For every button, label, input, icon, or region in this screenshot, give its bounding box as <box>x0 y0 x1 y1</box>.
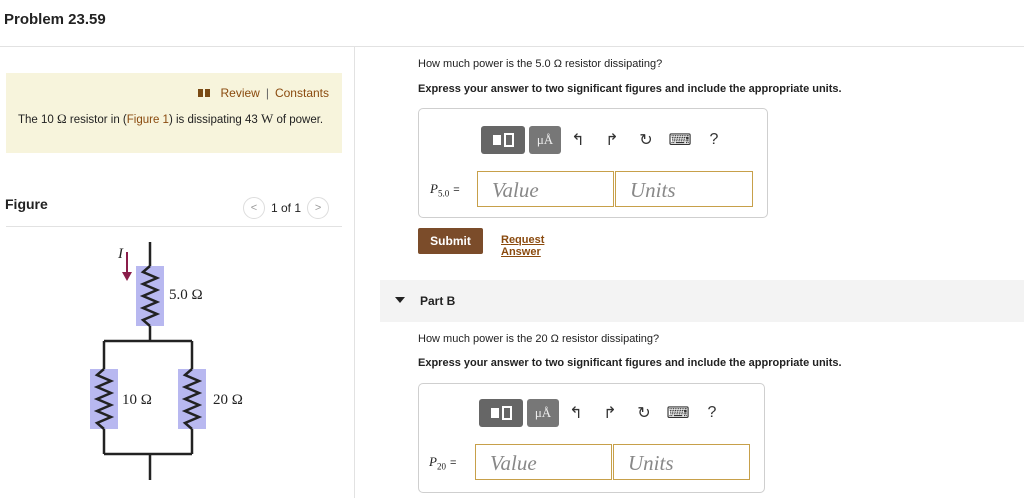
figure-heading: Figure <box>5 196 48 212</box>
request-answer-link[interactable]: Request Answer <box>501 234 544 258</box>
statement-part: The 10 <box>18 114 57 126</box>
help-icon[interactable]: ? <box>695 399 729 427</box>
book-icon <box>198 89 211 97</box>
redo-icon[interactable]: ↱ <box>593 399 627 427</box>
pager-text: 1 of 1 <box>271 201 302 215</box>
part-a-value-input[interactable]: Value <box>477 171 614 207</box>
templates-button[interactable] <box>481 126 525 154</box>
figure-link[interactable]: Figure 1 <box>127 114 169 126</box>
label-10-ohm: 10 Ω <box>122 392 152 408</box>
part-a-toolbar: μÅ ↰ ↱ ↻ ⌨ ? <box>481 126 731 154</box>
problem-statement: The 10 Ω resistor in (Figure 1) is dissi… <box>18 112 328 127</box>
review-link[interactable]: Review <box>220 86 259 100</box>
prev-figure-button[interactable]: < <box>243 197 265 219</box>
info-box: Review | Constants The 10 Ω resistor in … <box>6 73 342 153</box>
current-label: I <box>117 246 124 262</box>
undo-icon[interactable]: ↰ <box>561 126 595 154</box>
part-b-question: How much power is the 20 Ω resistor diss… <box>418 333 660 345</box>
part-b-units-input[interactable]: Units <box>613 444 750 480</box>
redo-icon[interactable]: ↱ <box>595 126 629 154</box>
part-a-units-input[interactable]: Units <box>615 171 753 207</box>
panel-divider <box>354 46 355 498</box>
info-links: Review | Constants <box>198 86 329 100</box>
label-5-ohm: 5.0 Ω <box>169 287 203 303</box>
header-divider <box>0 46 1024 47</box>
keyboard-icon[interactable]: ⌨ <box>661 399 695 427</box>
part-b-instructions: Express your answer to two significant f… <box>418 357 842 369</box>
part-b-toolbar: μÅ ↰ ↱ ↻ ⌨ ? <box>479 399 729 427</box>
part-b-variable: P20 = <box>429 454 457 472</box>
statement-part: of power. <box>273 114 324 126</box>
templates-button[interactable] <box>479 399 523 427</box>
units-symbols-button[interactable]: μÅ <box>527 399 559 427</box>
part-b-answer-box: μÅ ↰ ↱ ↻ ⌨ ? P20 = Value Units <box>418 383 765 493</box>
part-a-answer-box: μÅ ↰ ↱ ↻ ⌨ ? P5.0 = Value Units <box>418 108 768 218</box>
units-symbols-button[interactable]: μÅ <box>529 126 561 154</box>
figure-pager: < 1 of 1 > <box>243 197 330 219</box>
part-a-instructions: Express your answer to two significant f… <box>418 83 842 95</box>
ohm-symbol: Ω <box>57 111 67 126</box>
constants-link[interactable]: Constants <box>275 86 329 100</box>
help-icon[interactable]: ? <box>697 126 731 154</box>
undo-icon[interactable]: ↰ <box>559 399 593 427</box>
part-b-value-input[interactable]: Value <box>475 444 612 480</box>
statement-part: ) is dissipating 43 <box>168 114 261 126</box>
part-b-title: Part B <box>420 294 456 308</box>
circuit-diagram: I 5.0 Ω 10 Ω 20 Ω <box>90 242 243 480</box>
submit-button[interactable]: Submit <box>418 228 483 254</box>
part-a-variable: P5.0 = <box>430 181 460 199</box>
problem-title: Problem 23.59 <box>4 11 106 28</box>
collapse-arrow-icon[interactable] <box>395 297 405 303</box>
reset-icon[interactable]: ↻ <box>627 399 661 427</box>
next-figure-button[interactable]: > <box>307 197 330 219</box>
keyboard-icon[interactable]: ⌨ <box>663 126 697 154</box>
reset-icon[interactable]: ↻ <box>629 126 663 154</box>
part-b-header[interactable]: Part B <box>380 280 1024 322</box>
label-20-ohm: 20 Ω <box>213 392 243 408</box>
statement-part: resistor in ( <box>66 114 127 126</box>
watt-unit: W <box>260 111 274 126</box>
figure-divider <box>6 226 342 227</box>
link-separator: | <box>265 86 269 100</box>
part-a-question: How much power is the 5.0 Ω resistor dis… <box>418 58 663 70</box>
